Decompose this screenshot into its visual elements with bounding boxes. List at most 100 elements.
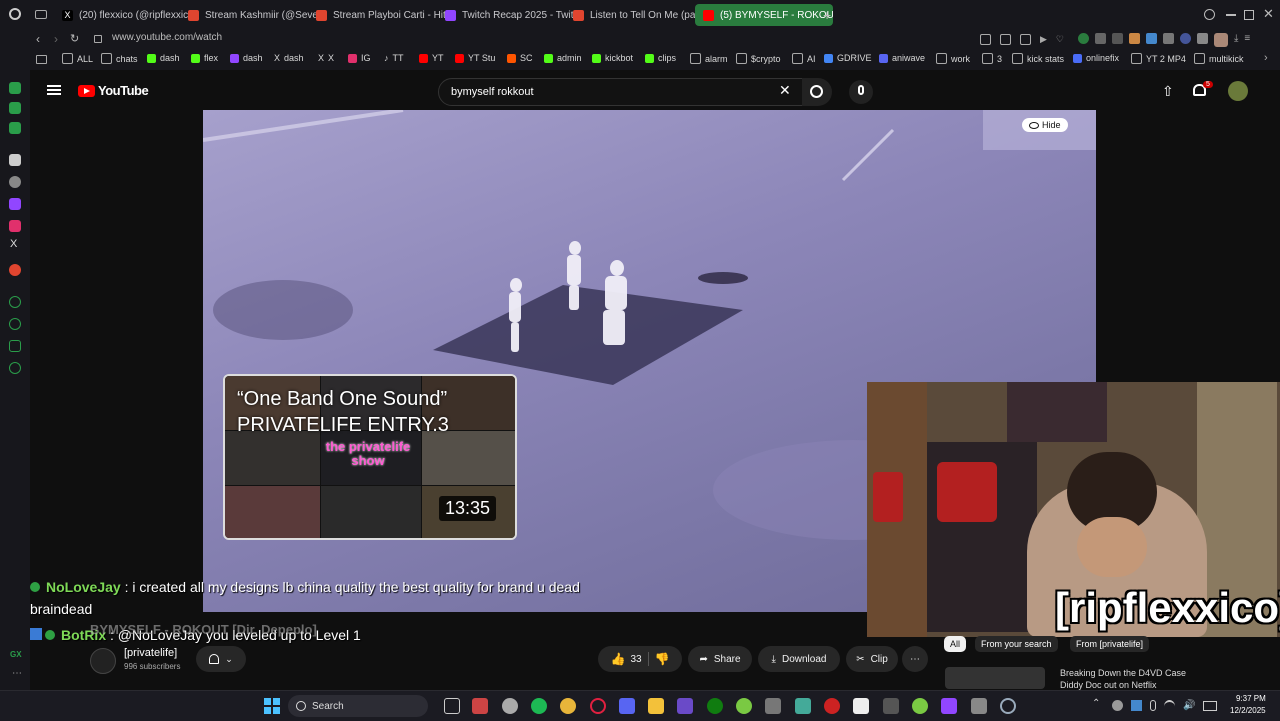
heart-icon[interactable]: ♡ (1056, 34, 1064, 45)
sidebar-player-icon[interactable] (9, 296, 21, 308)
bookmark-item[interactable]: chats (101, 53, 138, 64)
bookmark-item[interactable]: multikick (1194, 53, 1244, 64)
sidebar-gx-label[interactable]: GX (10, 650, 22, 659)
bookmark-item[interactable]: work (936, 53, 970, 64)
clip-button[interactable]: ✂ Clip (846, 646, 898, 672)
sidebar-instagram-icon[interactable] (9, 220, 21, 232)
sidebar-settings-icon[interactable] (9, 362, 21, 374)
filter-chip-from-search[interactable]: From your search (975, 636, 1058, 652)
clock-time[interactable]: 9:37 PM (1236, 694, 1266, 703)
taskbar-app-icon[interactable] (765, 698, 781, 714)
sidebar-twitch-icon[interactable] (9, 198, 21, 210)
bookmark-item[interactable]: dash (230, 53, 263, 63)
extension-icon[interactable] (1112, 33, 1123, 44)
workspaces-icon[interactable] (35, 10, 47, 19)
chrome-icon[interactable] (560, 698, 576, 714)
taskbar-app-icon[interactable] (883, 698, 899, 714)
url-field[interactable]: www.youtube.com/watch (112, 32, 222, 43)
battery-icon[interactable] (1203, 701, 1218, 711)
taskbar-app-icon[interactable] (502, 698, 518, 714)
play-icon[interactable]: ▶ (1040, 34, 1047, 45)
bookmark-item[interactable]: dash (147, 53, 180, 63)
sidebar-openai-icon[interactable] (9, 176, 21, 188)
filter-chip-all[interactable]: All (944, 636, 967, 652)
extension-icon[interactable] (1146, 33, 1157, 44)
start-button[interactable] (264, 698, 280, 714)
search-box[interactable]: ✕ (438, 78, 804, 106)
tab-twitch-recap[interactable]: Twitch Recap 2025 - Twit (437, 4, 575, 26)
bookmark-item[interactable]: kickbot (592, 53, 633, 63)
search-tabs-icon[interactable] (1204, 9, 1215, 20)
sidebar-aria-icon[interactable] (9, 102, 21, 114)
mic-icon[interactable] (1150, 700, 1156, 711)
pin-icon[interactable] (980, 34, 991, 45)
channel-avatar[interactable] (90, 648, 116, 674)
bookmark-item[interactable]: $crypto (736, 53, 781, 64)
opera-logo-icon[interactable] (9, 8, 21, 20)
bookmark-item[interactable]: ♪ TT (384, 53, 404, 63)
sidebar-history-icon[interactable] (9, 318, 21, 330)
bookmark-item[interactable]: ALL (62, 53, 93, 64)
more-actions-button[interactable]: ⋯ (902, 646, 928, 672)
tab-tell-on-me[interactable]: Listen to Tell On Me (patr (565, 4, 703, 26)
tab-youtube-active[interactable]: (5) BYMYSELF - ROKOUT (695, 4, 833, 26)
bookmark-folder-icon[interactable] (36, 55, 47, 64)
extension-icon[interactable] (1078, 33, 1089, 44)
taskbar-app-icon[interactable] (912, 698, 928, 714)
extension-icon[interactable] (1095, 33, 1106, 44)
extensions-puzzle-icon[interactable] (1197, 33, 1208, 44)
tab-stream-kashmiir[interactable]: Stream Kashmiir (@Sever (180, 4, 318, 26)
bookmark-item[interactable]: YT Stu (455, 53, 495, 63)
file-explorer-icon[interactable] (648, 698, 664, 714)
reload-icon[interactable]: ↻ (70, 32, 79, 45)
menu-icon[interactable]: ≡ (1244, 33, 1250, 47)
maximize-button[interactable] (1244, 10, 1254, 20)
rec-title-line1[interactable]: Breaking Down the D4VD Case (1060, 668, 1186, 678)
search-input[interactable] (449, 83, 753, 101)
bookmark-item[interactable]: SC (507, 53, 533, 63)
bookmark-item[interactable]: GDRIVE (824, 53, 872, 63)
clock-date[interactable]: 12/2/2025 (1230, 706, 1266, 715)
download-button[interactable]: ⤓ Download (758, 646, 840, 672)
bookmark-item[interactable]: 3 (982, 53, 1002, 64)
clear-search-icon[interactable]: ✕ (779, 82, 791, 99)
hamburger-menu-icon[interactable] (47, 85, 61, 95)
bookmark-item[interactable]: clips (645, 53, 676, 63)
wifi-icon[interactable] (1164, 700, 1175, 713)
avatar[interactable] (1228, 81, 1248, 101)
tab-stream-playboi[interactable]: Stream Playboi Carti - Hit (308, 4, 446, 26)
task-view-icon[interactable] (444, 698, 460, 714)
tray-chevron-icon[interactable]: ⌃ (1092, 698, 1100, 709)
bookmark-item[interactable]: aniwave (879, 53, 925, 63)
back-icon[interactable]: ‹ (36, 32, 40, 46)
volume-icon[interactable]: 🔊 (1183, 700, 1195, 713)
discord-icon[interactable] (619, 698, 635, 714)
tray-icon[interactable] (1131, 700, 1142, 711)
bookmark-item[interactable]: Xdash (274, 53, 304, 63)
bookmark-item[interactable]: YT (419, 53, 444, 63)
sidebar-music-icon[interactable] (9, 264, 21, 276)
taskbar-app-icon[interactable] (472, 698, 488, 714)
bookmark-item[interactable]: kick stats (1012, 53, 1064, 64)
bookmark-item[interactable]: alarm (690, 53, 728, 64)
bookmarks-overflow-icon[interactable]: › (1264, 52, 1268, 64)
sidebar-app-icon[interactable] (9, 154, 21, 166)
bookmark-item[interactable]: AI (792, 53, 816, 64)
sidebar-speed-dial-icon[interactable] (9, 82, 21, 94)
tab-twitter[interactable]: X (20) flexxico (@ripflexxico (54, 4, 192, 26)
rec-thumbnail[interactable] (945, 667, 1045, 689)
sidebar-chatgpt-icon[interactable] (9, 122, 21, 134)
bookmark-item[interactable]: flex (191, 53, 218, 63)
minimize-button[interactable] (1226, 14, 1236, 16)
extension-icon[interactable] (1163, 33, 1174, 44)
bookmark-item[interactable]: XX (318, 53, 334, 63)
bookmark-item[interactable]: YT 2 MP4 (1131, 53, 1186, 64)
xbox-icon[interactable] (707, 698, 723, 714)
download-icon[interactable]: ⤓ (1234, 33, 1238, 47)
taskbar-app-icon[interactable] (824, 698, 840, 714)
rec-title-line2[interactable]: Diddy Doc out on Netflix (1060, 680, 1157, 690)
search-button[interactable] (802, 78, 832, 106)
spotify-icon[interactable] (531, 698, 547, 714)
hide-button[interactable]: Hide (1022, 118, 1068, 132)
voice-search-icon[interactable] (849, 80, 873, 104)
